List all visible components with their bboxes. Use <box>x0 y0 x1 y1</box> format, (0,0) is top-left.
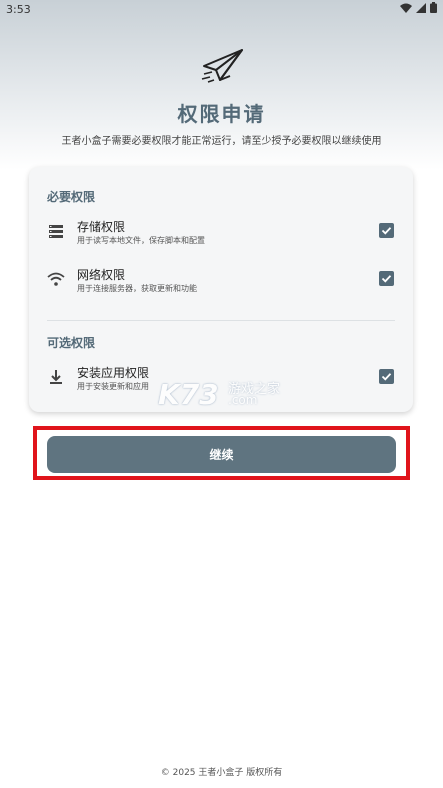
page-title: 权限申请 <box>177 102 266 126</box>
battery-icon <box>430 2 437 13</box>
status-time: 3:53 <box>6 3 31 16</box>
permission-row-network[interactable]: 网络权限 用于连接服务器，获取更新和功能 <box>29 266 413 306</box>
status-bar: 3:53 <box>0 0 443 20</box>
network-checkbox[interactable] <box>379 271 394 286</box>
check-icon <box>381 275 392 283</box>
storage-checkbox[interactable] <box>379 223 394 238</box>
permission-description: 用于安装更新和应用 <box>77 382 149 391</box>
check-icon <box>381 227 392 235</box>
storage-icon <box>49 225 63 238</box>
footer-copyright: © 2025 王者小盒子 版权所有 <box>160 768 283 778</box>
permission-description: 用于连接服务器，获取更新和功能 <box>77 284 197 293</box>
continue-button[interactable]: 继续 <box>47 436 396 473</box>
permission-row-install[interactable]: 安装应用权限 用于安装更新和应用 <box>29 364 413 404</box>
paper-plane-icon <box>201 49 243 83</box>
optional-section-title: 可选权限 <box>47 336 96 350</box>
install-checkbox[interactable] <box>379 369 394 384</box>
page-subtitle: 王者小盒子需要必要权限才能正常运行，请至少授予必要权限以继续使用 <box>61 136 382 147</box>
permission-row-storage[interactable]: 存储权限 用于读写本地文件，保存脚本和配置 <box>29 218 413 258</box>
cell-signal-icon <box>416 2 426 13</box>
status-icons <box>400 2 437 13</box>
required-section-title: 必要权限 <box>47 190 96 204</box>
permission-name: 存储权限 <box>77 220 126 234</box>
permissions-card: 必要权限 存储权限 用于读写本地文件，保存脚本和配置 网络权限 用于连接服务器，… <box>29 167 413 412</box>
download-icon <box>50 370 62 384</box>
wifi-icon <box>47 272 65 286</box>
check-icon <box>381 373 392 381</box>
permission-description: 用于读写本地文件，保存脚本和配置 <box>77 236 205 245</box>
wifi-signal-icon <box>400 3 412 13</box>
permission-name: 网络权限 <box>77 268 126 282</box>
permission-name: 安装应用权限 <box>77 366 150 380</box>
section-divider <box>47 320 395 321</box>
